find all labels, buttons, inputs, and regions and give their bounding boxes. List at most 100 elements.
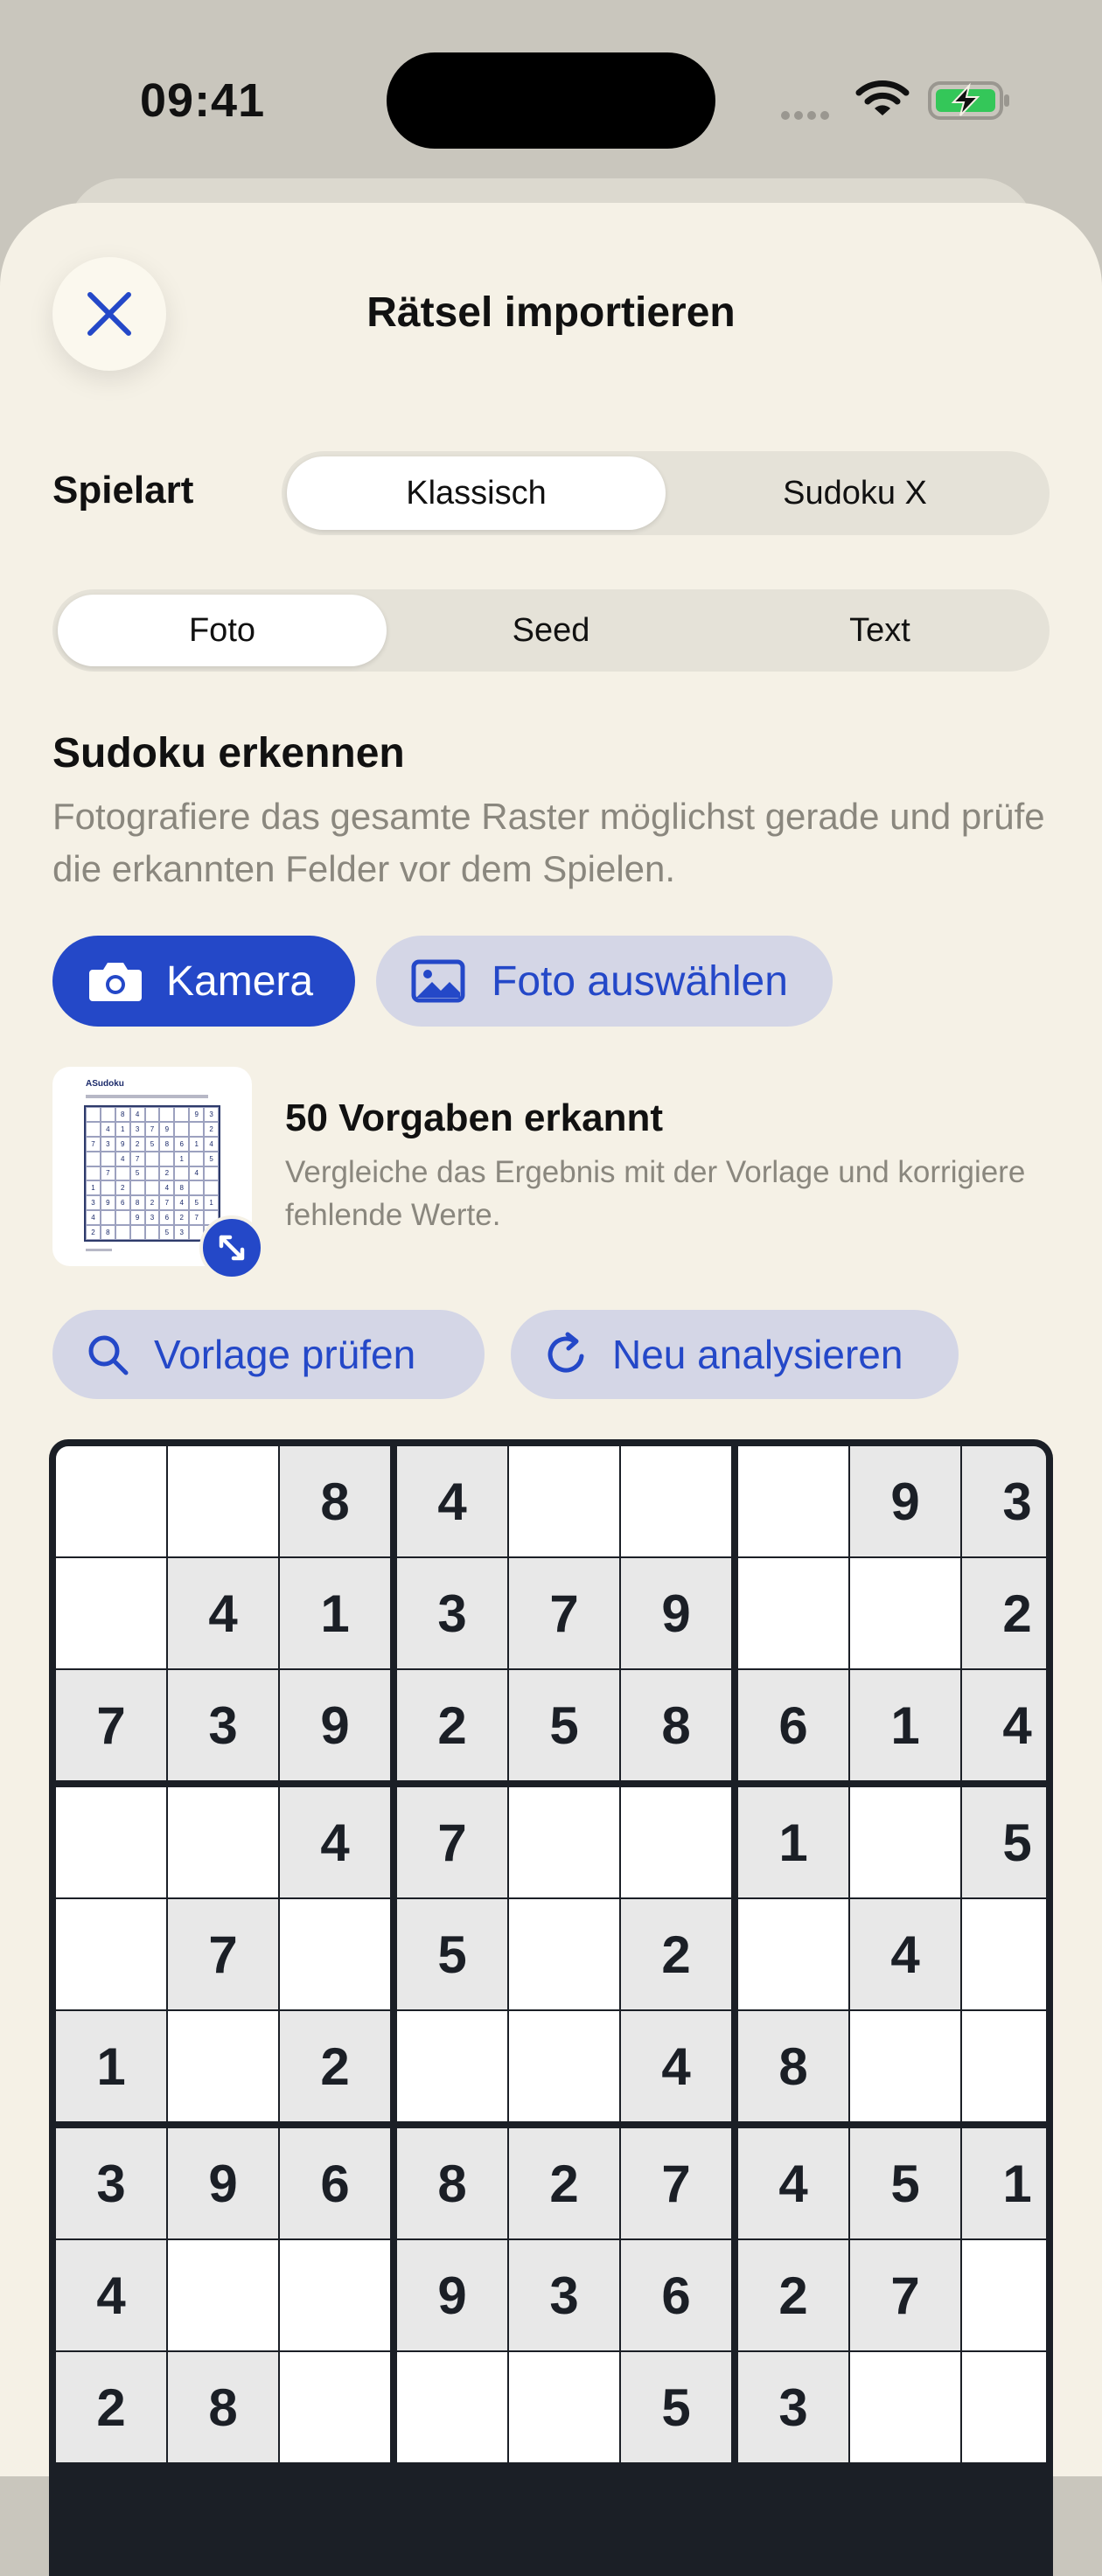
sudoku-cell[interactable]: 7 [850,2240,960,2350]
sudoku-cell[interactable]: 8 [621,1670,731,1780]
sudoku-cell[interactable] [509,2011,619,2121]
sudoku-cell[interactable] [962,2011,1046,2121]
segment-foto[interactable]: Foto [58,595,387,666]
sudoku-cell[interactable]: 6 [738,1670,848,1780]
photo-icon [411,959,465,1003]
sudoku-cell[interactable] [168,2240,278,2350]
sudoku-cell[interactable] [962,1899,1046,2009]
sudoku-cell[interactable]: 7 [397,1787,507,1897]
thumbnail-cell: 8 [129,1195,145,1211]
sudoku-cell[interactable] [621,1446,731,1556]
sudoku-cell[interactable] [850,2011,960,2121]
sudoku-cell[interactable] [56,1899,166,2009]
sudoku-cell[interactable]: 1 [962,2128,1046,2238]
sudoku-cell[interactable]: 6 [280,2128,390,2238]
sudoku-cell[interactable]: 1 [850,1670,960,1780]
sudoku-cell[interactable]: 3 [738,2352,848,2462]
sudoku-cell[interactable]: 2 [397,1670,507,1780]
sudoku-cell[interactable]: 2 [56,2352,166,2462]
sudoku-cell[interactable]: 8 [168,2352,278,2462]
sudoku-cell[interactable] [850,1787,960,1897]
thumbnail-cell: 3 [100,1136,115,1152]
sudoku-cell[interactable]: 9 [397,2240,507,2350]
sudoku-cell[interactable]: 7 [56,1670,166,1780]
thumbnail-cell [204,1180,219,1196]
segment-sudoku-x[interactable]: Sudoku X [666,456,1044,530]
sudoku-cell[interactable]: 4 [962,1670,1046,1780]
sudoku-cell[interactable]: 3 [509,2240,619,2350]
sudoku-cell[interactable]: 2 [962,1558,1046,1668]
sudoku-cell[interactable] [168,1787,278,1897]
expand-thumbnail-button[interactable] [199,1215,264,1280]
sudoku-cell[interactable]: 7 [509,1558,619,1668]
segment-seed[interactable]: Seed [387,595,715,666]
sudoku-cell[interactable]: 8 [280,1446,390,1556]
sudoku-cell[interactable]: 4 [280,1787,390,1897]
sudoku-cell[interactable] [509,1446,619,1556]
sudoku-cell[interactable]: 5 [397,1899,507,2009]
reanalyze-button[interactable]: Neu analysieren [511,1310,959,1399]
sudoku-cell[interactable] [56,1558,166,1668]
sudoku-cell[interactable] [56,1446,166,1556]
sudoku-cell[interactable]: 4 [850,1899,960,2009]
choose-photo-button[interactable]: Foto auswählen [376,936,833,1027]
sudoku-cell[interactable] [738,1899,848,2009]
sudoku-cell[interactable] [962,2240,1046,2350]
thumbnail-cell: 8 [174,1180,190,1196]
sudoku-cell[interactable] [850,2352,960,2462]
sudoku-cell[interactable] [397,2352,507,2462]
sudoku-cell[interactable]: 3 [397,1558,507,1668]
sudoku-cell[interactable]: 4 [168,1558,278,1668]
sudoku-cell[interactable]: 9 [168,2128,278,2238]
sudoku-cell[interactable]: 4 [56,2240,166,2350]
sudoku-cell[interactable] [280,2352,390,2462]
segment-klassisch[interactable]: Klassisch [287,456,666,530]
sudoku-cell[interactable]: 7 [168,1899,278,2009]
thumbnail-cell [204,1166,219,1181]
thumbnail-cell: 8 [115,1107,130,1122]
sudoku-cell[interactable] [56,1787,166,1897]
sudoku-cell[interactable]: 2 [738,2240,848,2350]
sudoku-cell[interactable]: 6 [621,2240,731,2350]
sudoku-cell[interactable]: 1 [738,1787,848,1897]
sudoku-cell[interactable]: 4 [621,2011,731,2121]
sudoku-cell[interactable]: 1 [280,1558,390,1668]
sudoku-cell[interactable]: 2 [621,1899,731,2009]
sudoku-cell[interactable]: 9 [621,1558,731,1668]
sudoku-cell[interactable]: 8 [738,2011,848,2121]
sudoku-cell[interactable]: 2 [509,2128,619,2238]
sudoku-cell[interactable] [280,2240,390,2350]
sudoku-cell[interactable] [850,1558,960,1668]
sudoku-cell[interactable] [509,1899,619,2009]
sudoku-cell[interactable]: 3 [962,1446,1046,1556]
sudoku-cell[interactable]: 3 [168,1670,278,1780]
sudoku-cell[interactable] [962,2352,1046,2462]
sudoku-cell[interactable] [738,1446,848,1556]
sudoku-cell[interactable]: 4 [738,2128,848,2238]
sudoku-cell[interactable]: 5 [962,1787,1046,1897]
segment-text[interactable]: Text [715,595,1044,666]
thumbnail-cell [174,1166,190,1181]
camera-button[interactable]: Kamera [52,936,355,1027]
sudoku-cell[interactable]: 9 [850,1446,960,1556]
sudoku-cell[interactable] [621,1787,731,1897]
sudoku-cell[interactable]: 3 [56,2128,166,2238]
sudoku-cell[interactable]: 5 [621,2352,731,2462]
sudoku-cell[interactable] [509,1787,619,1897]
sudoku-cell[interactable]: 2 [280,2011,390,2121]
sudoku-cell[interactable] [168,1446,278,1556]
sudoku-cell[interactable]: 7 [621,2128,731,2238]
sudoku-cell[interactable]: 5 [509,1670,619,1780]
sudoku-cell[interactable] [738,1558,848,1668]
sudoku-cell[interactable] [168,2011,278,2121]
thumbnail-cell: 4 [204,1136,219,1152]
sudoku-cell[interactable]: 9 [280,1670,390,1780]
check-template-button[interactable]: Vorlage prüfen [52,1310,485,1399]
sudoku-cell[interactable]: 8 [397,2128,507,2238]
sudoku-cell[interactable]: 1 [56,2011,166,2121]
sudoku-cell[interactable] [509,2352,619,2462]
sudoku-cell[interactable]: 5 [850,2128,960,2238]
sudoku-cell[interactable]: 4 [397,1446,507,1556]
sudoku-cell[interactable] [280,1899,390,2009]
sudoku-cell[interactable] [397,2011,507,2121]
